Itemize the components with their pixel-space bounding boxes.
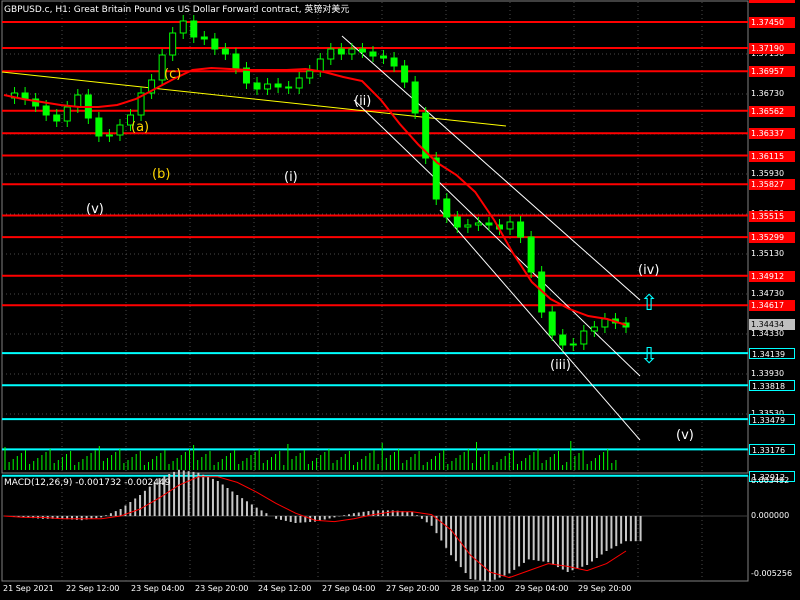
candle-body (580, 330, 588, 345)
candle-body (527, 236, 535, 273)
candle-body (53, 114, 61, 122)
time-tick-label: 22 Sep 12:00 (66, 584, 120, 593)
price-tick-label: 1.36730 (751, 89, 785, 98)
candle-body (169, 32, 177, 56)
price-tick-label: 1.35130 (751, 249, 785, 258)
wave-label-b: (b) (152, 167, 171, 182)
red-level-label: 1.37697 (749, 0, 795, 4)
wave-label-v-right: (v) (676, 428, 694, 443)
wave-label-i: (i) (284, 170, 298, 185)
candle-body (559, 334, 567, 346)
time-tick-label: 27 Sep 20:00 (386, 584, 440, 593)
candle-body (105, 134, 113, 137)
red-level-label: 1.36957 (749, 66, 795, 78)
candle-body (601, 318, 609, 328)
candle-body (327, 48, 335, 60)
candle-body (369, 51, 377, 57)
channel-upper (341, 35, 641, 301)
red-level-label: 1.34617 (749, 300, 795, 312)
time-tick-label: 29 Sep 20:00 (578, 584, 632, 593)
red-level-label: 1.36115 (749, 150, 795, 162)
candle-body (569, 343, 577, 346)
price-tick-label: 1.34730 (751, 289, 785, 298)
candle-body (443, 198, 451, 218)
red-level-label: 1.35299 (749, 232, 795, 244)
up-arrow-icon: ⇧ (640, 291, 659, 316)
current-price-label: 1.34434 (749, 318, 795, 330)
candle-body (485, 222, 493, 226)
wave-label-iii: (iii) (550, 358, 571, 373)
candle-body (74, 94, 82, 108)
red-level-label: 1.36562 (749, 105, 795, 117)
moving-average-line (3, 66, 627, 326)
candle-body (411, 81, 419, 114)
red-level-label: 1.36337 (749, 128, 795, 140)
candle-body (464, 224, 472, 228)
time-tick-label: 23 Sep 04:00 (131, 584, 185, 593)
candle-body (358, 48, 366, 53)
candle-body (474, 222, 482, 226)
candle-body (232, 53, 240, 69)
candle-body (95, 117, 103, 137)
macd-tick-label: 0.003492 (751, 476, 790, 485)
time-tick-label: 28 Sep 12:00 (451, 584, 505, 593)
candle-body (348, 48, 356, 55)
candle-body (316, 58, 324, 72)
red-level-label: 1.37190 (749, 43, 795, 54)
wave-label-v-left: (v) (86, 202, 104, 217)
candle-body (253, 82, 261, 90)
time-tick-label: 27 Sep 04:00 (322, 584, 376, 593)
candle-body (221, 48, 229, 55)
candle-body (401, 65, 409, 83)
candle-body (211, 38, 219, 50)
candle-body (179, 20, 187, 34)
macd-title: MACD(12,26,9) -0.001732 -0.002449 (4, 478, 171, 488)
candle-body (590, 326, 598, 332)
candle-body (190, 20, 198, 38)
candle-body (517, 221, 525, 238)
candle-body (548, 311, 556, 336)
wave-label-ii: (ii) (354, 94, 372, 109)
wave-label-a: (a) (131, 120, 150, 135)
red-level-label: 1.34912 (749, 270, 795, 282)
candle-body (390, 57, 398, 67)
time-tick-label: 21 Sep 2021 (3, 584, 54, 593)
price-tick-label: 1.34330 (751, 329, 785, 338)
down-arrow-icon: ⇩ (640, 344, 659, 369)
candle-body (285, 86, 293, 89)
candle-body (200, 36, 208, 40)
window-title: GBPUSD.c, H1: Great Britain Pound vs US … (4, 5, 350, 15)
candle-body (42, 105, 50, 116)
candle-body (380, 55, 388, 59)
candle-body (337, 48, 345, 55)
candle-body (116, 124, 124, 136)
cyan-level-label: 1.33818 (749, 380, 795, 392)
wave-label-c: (c) (164, 67, 182, 82)
cyan-level-label: 1.33479 (749, 414, 795, 426)
red-level-label: 1.35827 (749, 179, 795, 191)
chart-canvas (1, 0, 749, 582)
candle-body (306, 70, 314, 79)
candle-body (63, 106, 71, 122)
red-level-label: 1.37450 (749, 17, 795, 28)
macd-tick-label: -0.005256 (751, 569, 793, 578)
macd-tick-label: 0.000000 (751, 511, 790, 520)
candle-body (264, 83, 272, 90)
candle-body (274, 83, 282, 88)
candle-body (506, 221, 514, 230)
chart-window: { "window_title": "GBPUSD.c, H1: Great B… (0, 0, 800, 600)
candle-body (453, 216, 461, 228)
wave-label-iv: (iv) (638, 263, 660, 278)
candle-body (295, 77, 303, 89)
price-tick-label: 1.33930 (751, 369, 785, 378)
red-level-label: 1.35515 (749, 210, 795, 222)
time-tick-label: 23 Sep 20:00 (195, 584, 249, 593)
time-tick-label: 29 Sep 04:00 (515, 584, 569, 593)
price-tick-label: 1.35930 (751, 169, 785, 178)
cyan-level-label: 1.33176 (749, 444, 795, 456)
channel-lower (439, 209, 641, 441)
cyan-level-label: 1.34139 (749, 348, 795, 360)
time-tick-label: 24 Sep 12:00 (258, 584, 312, 593)
